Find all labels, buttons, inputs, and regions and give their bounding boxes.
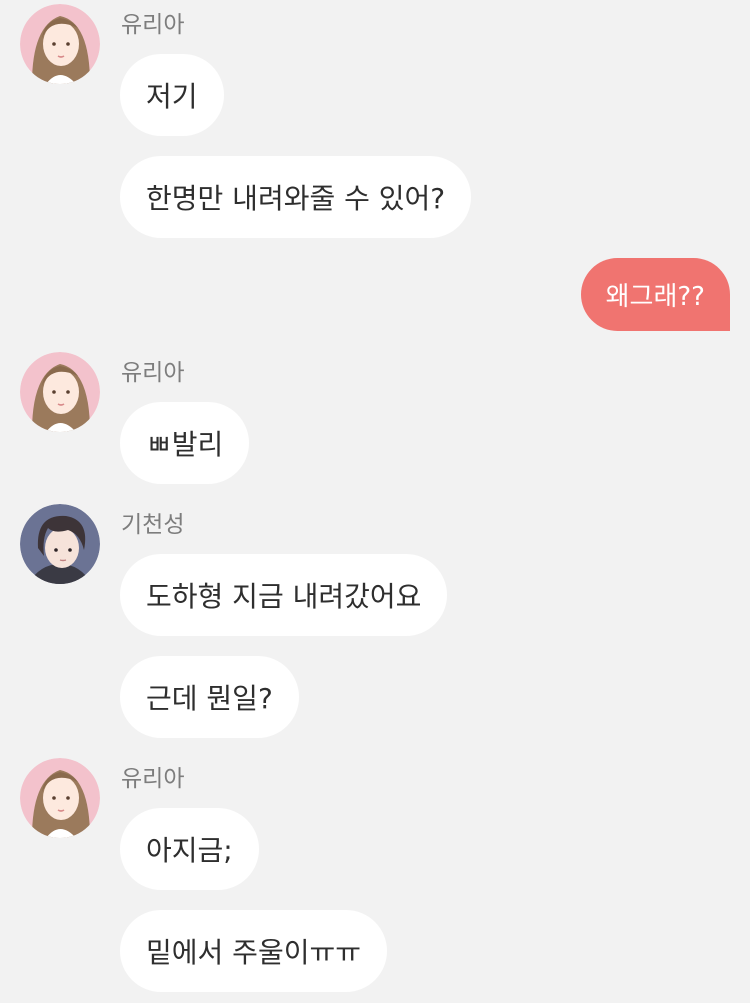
outgoing-message-bubble[interactable]: 왜그래?? (580, 258, 730, 331)
message-bubble[interactable]: 저기 (120, 54, 224, 136)
avatar-yuria-portrait-icon (20, 4, 100, 84)
message-bubble[interactable]: 도하형 지금 내려갔어요 (120, 554, 448, 636)
avatar-yuria[interactable] (20, 758, 100, 838)
avatar-yuria[interactable] (20, 4, 100, 84)
avatar-yuria-portrait-icon (20, 352, 100, 432)
sender-name: 유리아 (121, 360, 185, 386)
message-bubble[interactable]: 밑에서 주울이ㅠㅠ (120, 910, 387, 992)
message-bubble[interactable]: 근데 뭔일? (120, 656, 299, 738)
avatar-yuria[interactable] (20, 352, 100, 432)
sender-name: 유리아 (121, 12, 185, 38)
avatar-gicheonseong-portrait-icon (20, 504, 100, 584)
message-bubble[interactable]: 한명만 내려와줄 수 있어? (120, 156, 472, 238)
message-bubble[interactable]: ㅃ발리 (120, 402, 250, 484)
sender-name: 기천성 (121, 512, 185, 538)
avatar-gicheonseong[interactable] (20, 504, 100, 584)
avatar-yuria-portrait-icon (20, 758, 100, 838)
sender-name: 유리아 (121, 766, 185, 792)
message-bubble[interactable]: 아지금; (120, 808, 259, 890)
